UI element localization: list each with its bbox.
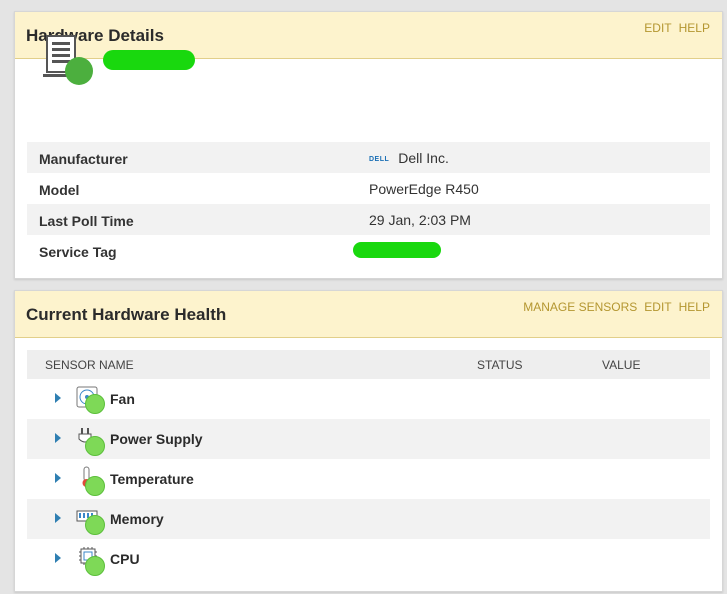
- cpu-icon: [76, 546, 106, 576]
- sensor-name: Temperature: [110, 471, 194, 487]
- column-status[interactable]: STATUS: [477, 358, 523, 372]
- detail-label: Manufacturer: [39, 151, 128, 167]
- dell-logo: DELL: [369, 156, 390, 163]
- detail-row-last-poll-time: Last Poll Time 29 Jan, 2:03 PM: [27, 204, 710, 235]
- status-dot: [85, 515, 105, 535]
- sensor-table: SENSOR NAME STATUS VALUE Fan Power Suppl…: [27, 350, 710, 579]
- status-dot: [85, 394, 105, 414]
- sensor-name: CPU: [110, 551, 140, 567]
- column-sensor-name[interactable]: SENSOR NAME: [45, 358, 134, 372]
- sensor-row-temperature[interactable]: Temperature: [27, 459, 710, 499]
- hardware-details-panel: Hardware Details EDIT HELP Manufacturer …: [14, 11, 723, 279]
- edit-link[interactable]: EDIT: [644, 21, 671, 35]
- fan-icon: [76, 386, 106, 414]
- hardware-health-panel: Current Hardware Health MANAGE SENSORS E…: [14, 290, 723, 592]
- memory-icon: [76, 506, 106, 535]
- column-value[interactable]: VALUE: [602, 358, 640, 372]
- detail-label: Service Tag: [39, 244, 117, 260]
- sensor-name: Power Supply: [110, 431, 203, 447]
- detail-value: 29 Jan, 2:03 PM: [369, 212, 471, 228]
- power-plug-icon: [76, 426, 106, 456]
- sensor-name: Memory: [110, 511, 164, 527]
- thermometer-icon: [76, 466, 106, 496]
- panel-title: Current Hardware Health: [26, 305, 227, 324]
- table-header: SENSOR NAME STATUS VALUE: [27, 350, 710, 379]
- sensor-row-power-supply[interactable]: Power Supply: [27, 419, 710, 459]
- expand-caret-icon[interactable]: [55, 553, 61, 563]
- manufacturer-value: Dell Inc.: [398, 150, 449, 166]
- expand-caret-icon[interactable]: [55, 433, 61, 443]
- detail-value: DELL Dell Inc.: [369, 150, 449, 166]
- sensor-name: Fan: [110, 391, 135, 407]
- sensor-row-cpu[interactable]: CPU: [27, 539, 710, 579]
- expand-caret-icon[interactable]: [55, 393, 61, 403]
- expand-caret-icon[interactable]: [55, 513, 61, 523]
- detail-row-service-tag: Service Tag: [27, 235, 710, 266]
- help-link[interactable]: HELP: [679, 21, 710, 35]
- detail-label: Model: [39, 182, 80, 198]
- edit-link[interactable]: EDIT: [644, 300, 671, 314]
- detail-row-model: Model PowerEdge R450: [27, 173, 710, 204]
- sensor-row-fan[interactable]: Fan: [27, 379, 710, 419]
- status-dot: [85, 476, 105, 496]
- panel-actions: MANAGE SENSORS EDIT HELP: [523, 300, 710, 314]
- manage-sensors-link[interactable]: MANAGE SENSORS: [523, 300, 637, 314]
- detail-label: Last Poll Time: [39, 213, 134, 229]
- redacted-service-tag: [353, 242, 441, 258]
- sensor-row-memory[interactable]: Memory: [27, 499, 710, 539]
- panel-header: Current Hardware Health MANAGE SENSORS E…: [15, 291, 722, 338]
- panel-actions: EDIT HELP: [644, 21, 710, 35]
- expand-caret-icon[interactable]: [55, 473, 61, 483]
- help-link[interactable]: HELP: [679, 300, 710, 314]
- status-dot: [85, 436, 105, 456]
- redacted-device-name: [103, 50, 195, 70]
- server-icon: [43, 34, 93, 86]
- detail-row-manufacturer: Manufacturer DELL Dell Inc.: [27, 142, 710, 173]
- detail-value: PowerEdge R450: [369, 181, 479, 197]
- details-table: Manufacturer DELL Dell Inc. Model PowerEd…: [27, 142, 710, 266]
- status-dot: [85, 556, 105, 576]
